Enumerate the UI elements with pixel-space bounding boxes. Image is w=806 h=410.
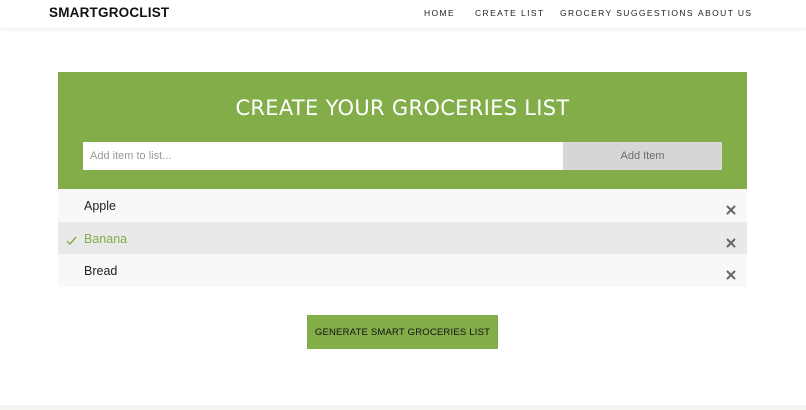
- nav-link-grocery-suggestions[interactable]: GROCERY SUGGESTIONS: [560, 8, 694, 18]
- close-icon[interactable]: [726, 235, 736, 247]
- list-item-label: Apple: [84, 199, 116, 213]
- list-item[interactable]: Bread: [58, 254, 747, 287]
- close-icon[interactable]: [726, 267, 736, 280]
- nav-link-about-us[interactable]: ABOUT US: [698, 8, 753, 18]
- check-icon: [66, 233, 77, 245]
- nav-link-home[interactable]: HOME: [424, 8, 455, 18]
- grocery-list: Apple Banana Bread: [58, 189, 747, 287]
- panel-title: CREATE YOUR GROCERIES LIST: [235, 96, 570, 120]
- brand-logo[interactable]: SMARTGROCLIST: [49, 5, 169, 20]
- add-item-button[interactable]: Add Item: [563, 142, 722, 170]
- list-item-label: Bread: [84, 264, 118, 278]
- navbar: SMARTGROCLIST HOME CREATE LIST GROCERY S…: [0, 0, 806, 28]
- add-item-input[interactable]: [83, 142, 563, 170]
- list-item[interactable]: Banana: [58, 221, 747, 254]
- footer-strip: [0, 405, 806, 410]
- create-list-panel: CREATE YOUR GROCERIES LIST Add Item: [58, 72, 747, 189]
- nav-link-create-list[interactable]: CREATE LIST: [475, 8, 545, 18]
- close-icon[interactable]: [726, 202, 736, 215]
- list-item[interactable]: Apple: [58, 189, 747, 222]
- list-item-label: Banana: [84, 231, 128, 246]
- generate-list-button[interactable]: GENERATE SMART GROCERIES LIST: [307, 315, 498, 349]
